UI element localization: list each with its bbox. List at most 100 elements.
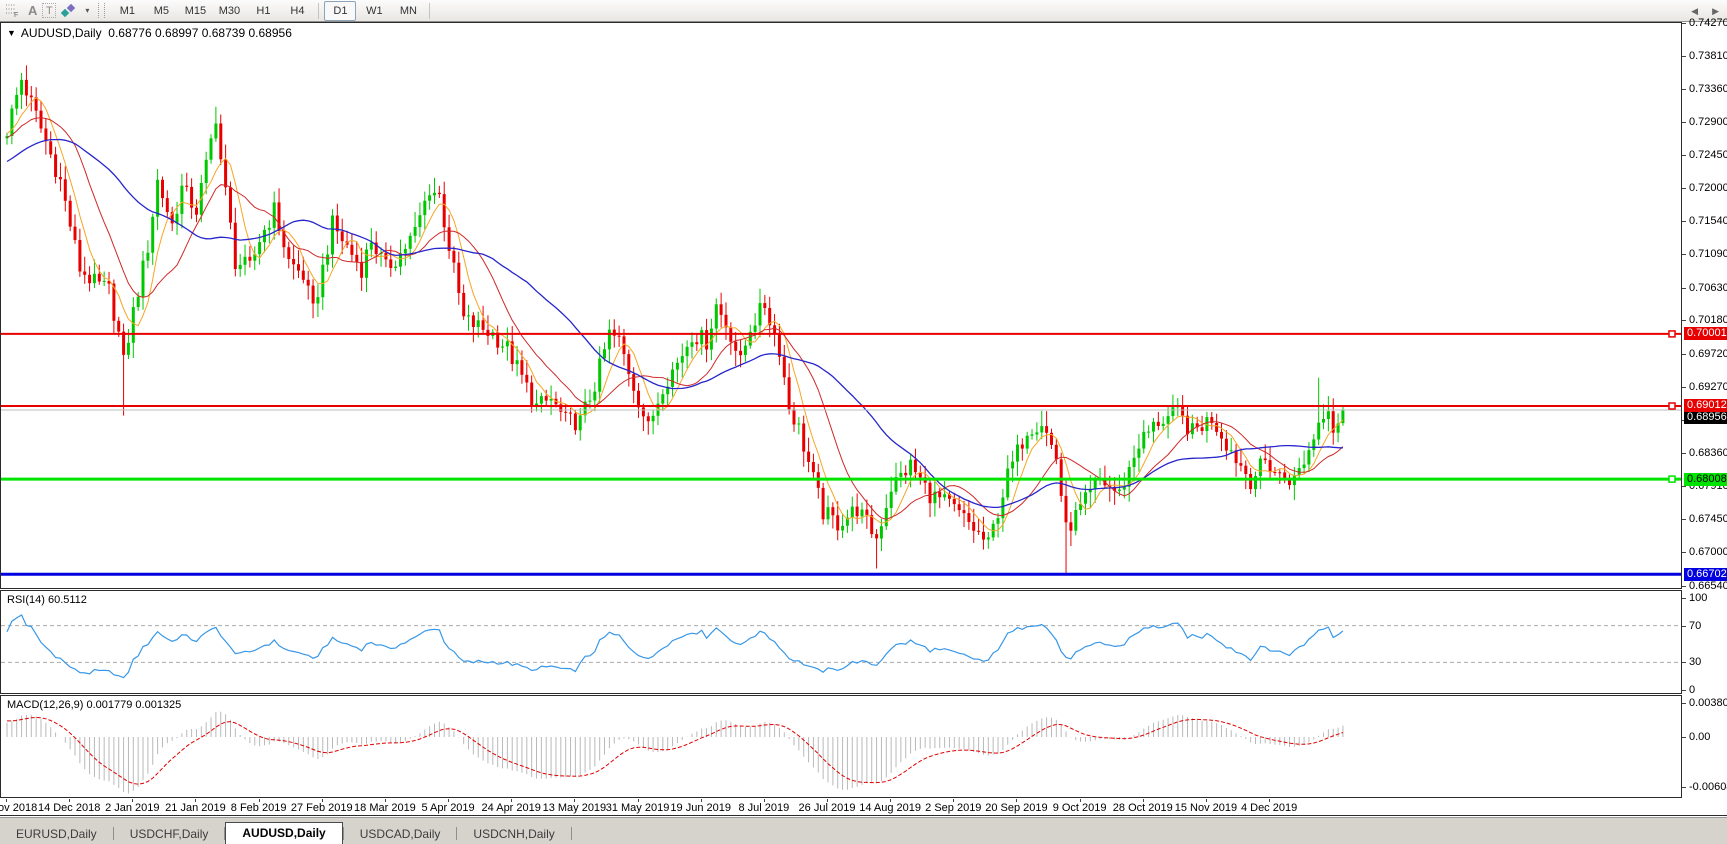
support-2-price-label: 0.66702	[1684, 568, 1727, 581]
timeframe-button-mn[interactable]: MN	[392, 1, 424, 21]
tab-scroll-right-icon[interactable]: ▶	[1712, 6, 1719, 17]
macd-axis-label: 0.003804	[1689, 697, 1727, 709]
price-tick-mark	[1682, 519, 1686, 520]
price-tick-label: 0.71540	[1689, 215, 1727, 227]
price-tick-label: 0.71090	[1689, 248, 1727, 260]
rsi-tick-mark	[1682, 598, 1686, 599]
price-tick-label: 0.70180	[1689, 314, 1727, 326]
mt4-window: F A T ▾ M1M5M15M30H1H4 D1W1MN ▼ AUDUSD,Dai…	[0, 0, 1727, 844]
fibo-grid-icon[interactable]: F	[2, 2, 23, 20]
price-tick-mark	[1682, 453, 1686, 454]
date-tick-label: 5 Apr 2019	[421, 802, 474, 814]
support-1-handle	[1669, 476, 1675, 482]
chart-tab-bar: EURUSD,DailyUSDCHF,DailyAUDUSD,DailyUSDC…	[0, 817, 1727, 844]
price-tick-mark	[1682, 288, 1686, 289]
price-tick-mark	[1682, 586, 1686, 587]
date-tick-label: 13 May 2019	[543, 802, 607, 814]
timeframe-button-h4[interactable]: H4	[281, 1, 313, 21]
resistance-2-handle	[1669, 403, 1675, 409]
date-tick-label: 2 Jan 2019	[105, 802, 159, 814]
candlestick-chart[interactable]	[1, 23, 1681, 588]
rsi-level-label: 100	[1689, 592, 1707, 604]
date-tick-label: 18 Mar 2019	[354, 802, 416, 814]
ohlc-open: 0.68776	[108, 26, 151, 40]
date-tick-label: 14 Aug 2019	[859, 802, 921, 814]
chart-title: ▼ AUDUSD,Daily 0.68776 0.68997 0.68739 0.…	[7, 26, 292, 40]
chart-tab-usdcnh[interactable]: USDCNH,Daily	[457, 824, 570, 844]
price-tick-label: 0.67450	[1689, 513, 1727, 525]
toolbar-separator	[429, 3, 430, 19]
macd-indicator-label: MACD(12,26,9) 0.001779 0.001325	[7, 699, 181, 711]
chart-tab-usdchf[interactable]: USDCHF,Daily	[114, 824, 225, 844]
price-tick-mark	[1682, 552, 1686, 553]
date-tick-label: 4 Dec 2019	[1241, 802, 1297, 814]
date-tick-label: 20 Sep 2019	[985, 802, 1047, 814]
price-tick-mark	[1682, 486, 1686, 487]
timeframe-button-h1[interactable]: H1	[247, 1, 279, 21]
rsi-tick-mark	[1682, 662, 1686, 663]
date-tick-label: 28 Oct 2019	[1113, 802, 1173, 814]
toolbar-drag-handle[interactable]	[98, 3, 105, 18]
price-tick-label: 0.73360	[1689, 83, 1727, 95]
price-tick-mark	[1682, 221, 1686, 222]
date-tick-label: 2 Sep 2019	[925, 802, 981, 814]
tab-scroll-nav: ◀ ▶	[1691, 6, 1719, 17]
date-tick-label: 15 Nov 2019	[1175, 802, 1237, 814]
tab-scroll-left-icon[interactable]: ◀	[1691, 6, 1698, 17]
text-annotation-icon[interactable]: A	[25, 2, 40, 20]
macd-tick-mark	[1682, 737, 1686, 738]
date-tick-label: 26 Jul 2019	[799, 802, 856, 814]
timeframe-button-m15[interactable]: M15	[179, 1, 211, 21]
date-tick-label: 21 Jan 2019	[165, 802, 226, 814]
price-tick-mark	[1682, 155, 1686, 156]
current-price-label: 0.68956	[1684, 411, 1727, 424]
symbol-dropdown-icon[interactable]: ▼	[7, 28, 16, 38]
support-1-price-label: 0.68008	[1684, 473, 1727, 486]
symbol-period-label: AUDUSD,Daily	[21, 26, 102, 40]
rsi-line	[7, 615, 1343, 678]
toolbar: F A T ▾ M1M5M15M30H1H4 D1W1MN	[0, 0, 1727, 22]
macd-chart[interactable]	[1, 696, 1681, 797]
rsi-chart[interactable]	[1, 591, 1681, 693]
ma-slow	[7, 140, 1343, 508]
rsi-level-label: 0	[1689, 684, 1695, 696]
date-tick-label: 26 Nov 2018	[0, 802, 37, 814]
rsi-tick-mark	[1682, 626, 1686, 627]
resistance-1-handle	[1669, 331, 1675, 337]
price-tick-label: 0.66540	[1689, 580, 1727, 592]
price-tick-label: 0.69270	[1689, 381, 1727, 393]
text-label-icon[interactable]: T	[42, 3, 56, 18]
ohlc-close: 0.68956	[248, 26, 291, 40]
date-tick-label: 8 Jul 2019	[738, 802, 789, 814]
chart-tab-audusd[interactable]: AUDUSD,Daily	[225, 822, 342, 844]
shapes-arrows-icon[interactable]	[58, 2, 80, 20]
rsi-indicator-label: RSI(14) 60.5112	[7, 594, 87, 606]
timeframe-button-m1[interactable]: M1	[111, 1, 143, 21]
toolbar-separator	[318, 3, 319, 19]
timeframe-button-m5[interactable]: M5	[145, 1, 177, 21]
timeframe-buttons: M1M5M15M30H1H4 D1W1MN	[111, 1, 433, 21]
rsi-level-label: 70	[1689, 620, 1701, 632]
price-tick-label: 0.69720	[1689, 348, 1727, 360]
timeframe-button-d1[interactable]: D1	[324, 1, 356, 21]
price-tick-label: 0.68360	[1689, 447, 1727, 459]
chart-tab-usdcad[interactable]: USDCAD,Daily	[344, 824, 457, 844]
chevron-down-icon[interactable]: ▾	[82, 2, 92, 20]
date-axis[interactable]: 26 Nov 201814 Dec 20182 Jan 201921 Jan 2…	[0, 799, 1727, 816]
svg-text:F: F	[14, 12, 18, 18]
ohlc-low: 0.68739	[202, 26, 245, 40]
price-tick-mark	[1682, 56, 1686, 57]
rsi-tick-mark	[1682, 690, 1686, 691]
price-tick-label: 0.72900	[1689, 116, 1727, 128]
date-tick-label: 24 Apr 2019	[482, 802, 541, 814]
price-tick-mark	[1682, 188, 1686, 189]
macd-signal-line	[7, 718, 1343, 785]
chart-tab-eurusd[interactable]: EURUSD,Daily	[0, 824, 113, 844]
date-tick-label: 9 Oct 2019	[1053, 802, 1107, 814]
price-tick-label: 0.70630	[1689, 282, 1727, 294]
timeframe-button-w1[interactable]: W1	[358, 1, 390, 21]
timeframe-button-m30[interactable]: M30	[213, 1, 245, 21]
ohlc-high: 0.68997	[155, 26, 198, 40]
rsi-level-label: 30	[1689, 656, 1701, 668]
price-tick-mark	[1682, 387, 1686, 388]
